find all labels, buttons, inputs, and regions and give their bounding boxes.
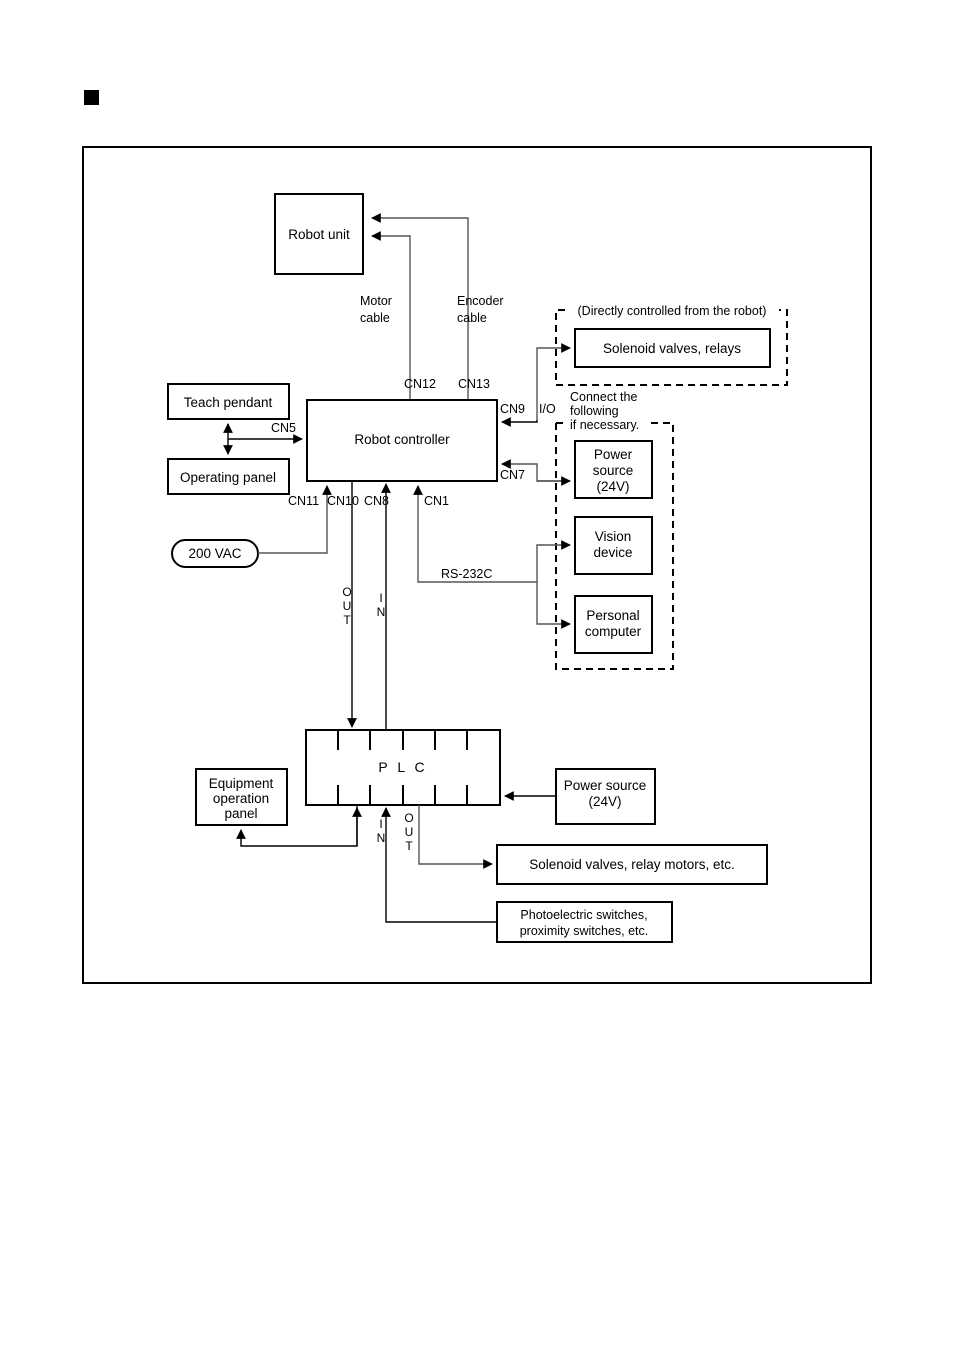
diagram-frame [82, 146, 872, 984]
square-bullet-icon [84, 90, 99, 105]
page-canvas: Robot unit Motor cable Encoder cable CN1… [0, 0, 954, 1351]
